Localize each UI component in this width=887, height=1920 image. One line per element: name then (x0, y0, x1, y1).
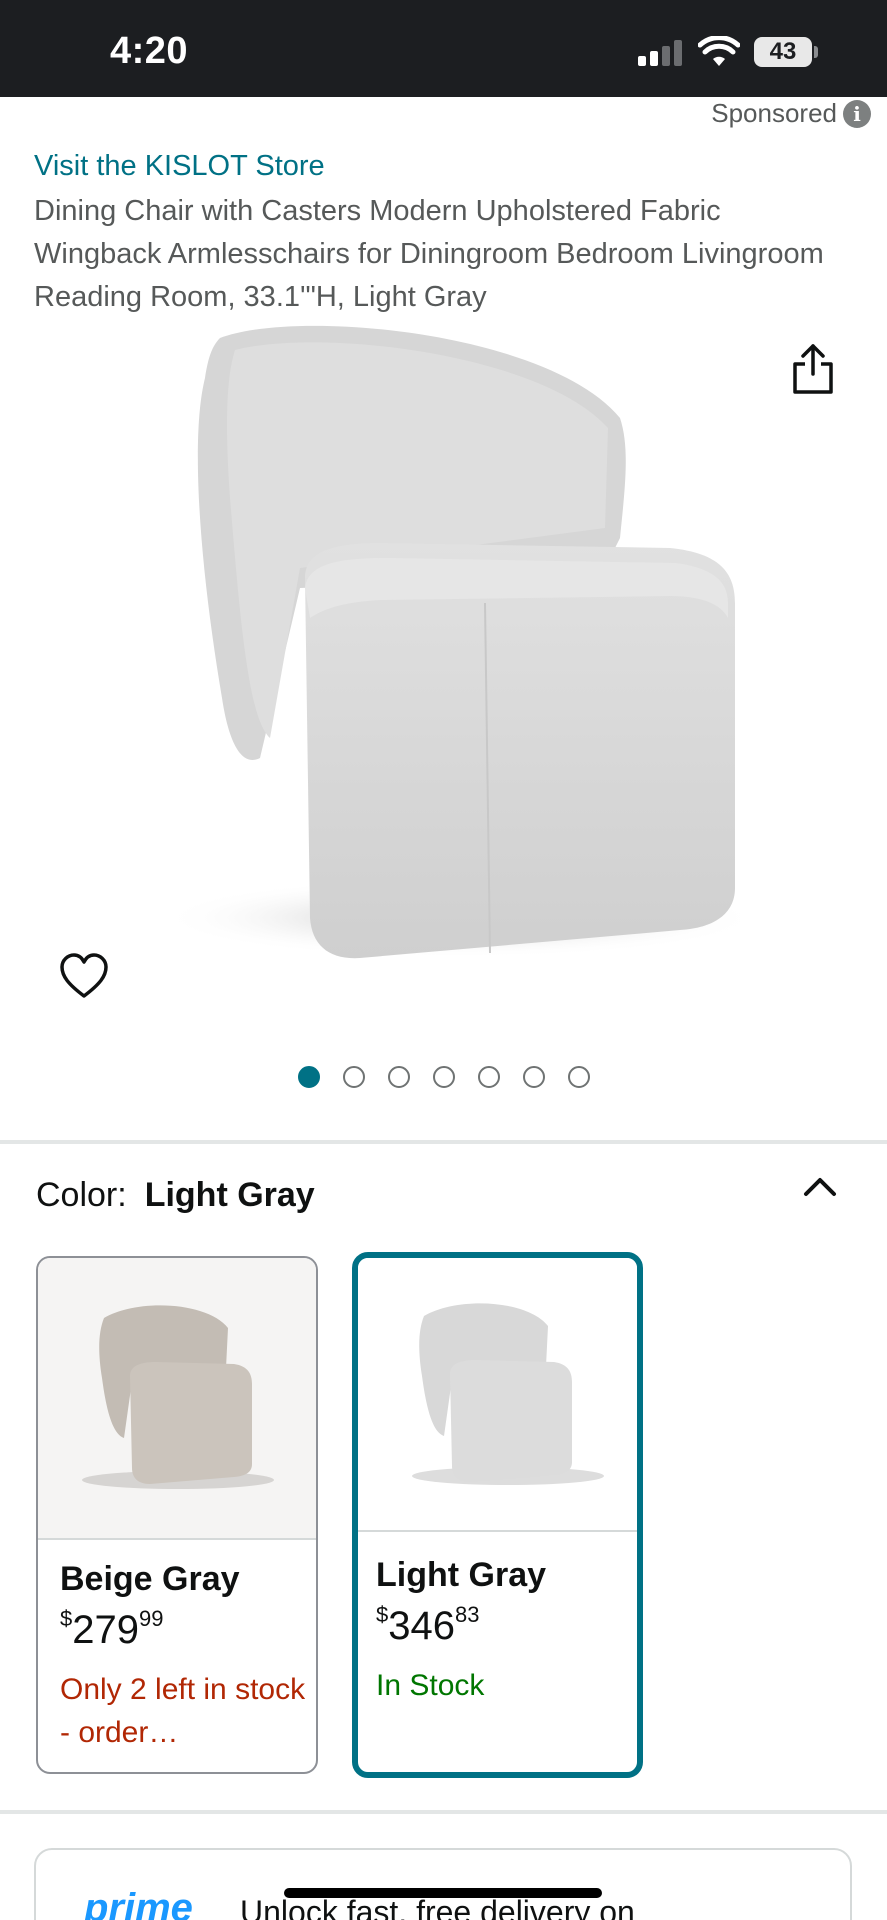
swatch-availability: Only 2 left in stock - order… (60, 1673, 306, 1749)
carousel-dot[interactable] (298, 1066, 320, 1088)
carousel-dot[interactable] (388, 1066, 410, 1088)
color-selected-value: Light Gray (144, 1176, 315, 1214)
color-swatch-light-gray[interactable]: Light Gray $34683 In Stock (352, 1252, 643, 1778)
carousel-dot[interactable] (343, 1066, 365, 1088)
price-fraction: 99 (139, 1606, 164, 1631)
prime-logo: prime (84, 1886, 193, 1920)
color-swatch-beige-gray[interactable]: Beige Gray $27999 Only 2 left in stock -… (36, 1256, 318, 1774)
carousel-dots (298, 1066, 590, 1088)
color-selector-header[interactable]: Color: Light Gray (36, 1176, 315, 1215)
home-indicator[interactable] (284, 1888, 602, 1898)
swatch-image (358, 1258, 637, 1532)
chevron-up-icon[interactable] (800, 1172, 840, 1202)
info-icon[interactable]: i (843, 99, 871, 128)
price-whole: 279 (72, 1608, 139, 1652)
price-fraction: 83 (455, 1602, 480, 1627)
share-icon[interactable] (790, 342, 836, 396)
battery-tip (814, 46, 818, 58)
price-currency: $ (60, 1606, 73, 1631)
price-currency: $ (376, 1602, 389, 1627)
beige-chair-thumbnail (82, 1305, 274, 1489)
swatch-price: $34683 (376, 1602, 480, 1649)
swatch-availability: In Stock (376, 1669, 485, 1702)
store-link[interactable]: Visit the KISLOT Store (34, 150, 325, 183)
status-bar: 4:20 43 (0, 0, 887, 97)
section-divider (0, 1140, 887, 1144)
sponsored-text: Sponsored (711, 98, 837, 128)
swatch-price: $27999 (60, 1606, 164, 1653)
carousel-dot[interactable] (478, 1066, 500, 1088)
status-time: 4:20 (110, 30, 189, 72)
sponsored-label[interactable]: Sponsored i (711, 98, 871, 129)
swatch-name: Beige Gray (60, 1560, 240, 1598)
wifi-icon (698, 36, 740, 66)
carousel-dot[interactable] (568, 1066, 590, 1088)
swatch-image (38, 1258, 316, 1540)
light-gray-chair-thumbnail (412, 1303, 604, 1485)
heart-icon[interactable] (58, 952, 110, 1002)
signal-icon (638, 40, 686, 66)
section-divider (0, 1810, 887, 1814)
carousel-dot[interactable] (433, 1066, 455, 1088)
swatch-name: Light Gray (376, 1556, 547, 1594)
prime-banner[interactable]: prime Unlock fast, free delivery on (34, 1848, 852, 1920)
battery-icon: 43 (754, 37, 812, 67)
color-label: Color: (36, 1176, 127, 1214)
carousel-dot[interactable] (523, 1066, 545, 1088)
product-title: Dining Chair with Casters Modern Upholst… (34, 195, 824, 313)
product-image[interactable] (130, 318, 760, 1018)
price-whole: 346 (388, 1604, 455, 1648)
